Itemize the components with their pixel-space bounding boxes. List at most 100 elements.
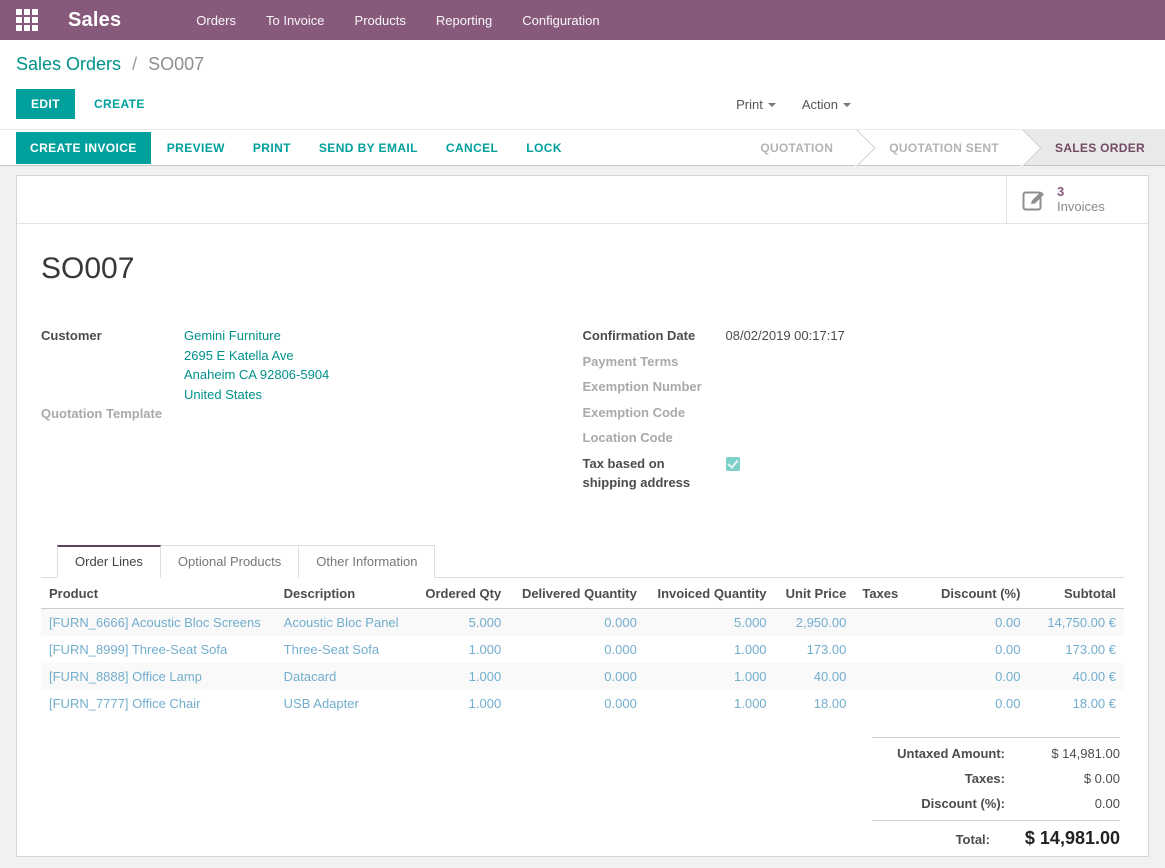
cell-unit-price[interactable]: 18.00 <box>775 690 855 717</box>
cell-delivered-qty[interactable]: 0.000 <box>509 663 645 690</box>
location-code-label: Location Code <box>583 428 726 448</box>
exemption-number-label: Exemption Number <box>583 377 726 397</box>
action-label: Action <box>802 97 838 112</box>
order-line-row[interactable]: [FURN_8999] Three-Seat Sofa Three-Seat S… <box>41 636 1124 663</box>
create-invoice-button[interactable]: CREATE INVOICE <box>16 132 151 164</box>
menu-products[interactable]: Products <box>340 0 421 40</box>
col-discount: Discount (%) <box>909 578 1029 609</box>
cell-subtotal[interactable]: 18.00 € <box>1028 690 1124 717</box>
cell-invoiced-qty[interactable]: 1.000 <box>645 690 775 717</box>
cell-taxes[interactable] <box>854 663 909 690</box>
cell-subtotal[interactable]: 14,750.00 € <box>1028 608 1124 636</box>
lock-button[interactable]: LOCK <box>514 132 574 164</box>
top-menu: Orders To Invoice Products Reporting Con… <box>181 0 614 40</box>
step-quotation-sent[interactable]: QUOTATION SENT <box>857 130 1023 165</box>
col-unit-price: Unit Price <box>775 578 855 609</box>
order-lines-table: Product Description Ordered Qty Delivere… <box>41 578 1124 717</box>
discount-label: Discount (%): <box>921 796 1005 811</box>
cell-discount[interactable]: 0.00 <box>909 636 1029 663</box>
cell-ordered-qty[interactable]: 1.000 <box>416 663 510 690</box>
pencil-square-icon <box>1021 187 1047 213</box>
action-dropdown[interactable]: Action <box>794 91 859 118</box>
customer-country-link[interactable]: United States <box>184 385 329 405</box>
cell-unit-price[interactable]: 173.00 <box>775 636 855 663</box>
totals-block: Untaxed Amount: $ 14,981.00 Taxes: $ 0.0… <box>872 737 1120 856</box>
cell-description[interactable]: Datacard <box>276 663 416 690</box>
form-sheet: 3 Invoices SO007 Customer Gemini Furnitu… <box>16 175 1149 857</box>
cell-invoiced-qty[interactable]: 1.000 <box>645 663 775 690</box>
cell-discount[interactable]: 0.00 <box>909 663 1029 690</box>
cell-unit-price[interactable]: 40.00 <box>775 663 855 690</box>
control-panel: Sales Orders / SO007 EDIT CREATE Print A… <box>0 40 1165 129</box>
order-line-row[interactable]: [FURN_8888] Office Lamp Datacard 1.000 0… <box>41 663 1124 690</box>
col-invoiced-qty: Invoiced Quantity <box>645 578 775 609</box>
menu-orders[interactable]: Orders <box>181 0 251 40</box>
cell-description[interactable]: Three-Seat Sofa <box>276 636 416 663</box>
cell-subtotal[interactable]: 173.00 € <box>1028 636 1124 663</box>
order-line-row[interactable]: [FURN_7777] Office Chair USB Adapter 1.0… <box>41 690 1124 717</box>
breadcrumb-sales-orders[interactable]: Sales Orders <box>16 54 121 74</box>
cell-discount[interactable]: 0.00 <box>909 690 1029 717</box>
chevron-down-icon <box>843 103 851 107</box>
exemption-code-label: Exemption Code <box>583 403 726 423</box>
cell-subtotal[interactable]: 40.00 € <box>1028 663 1124 690</box>
preview-button[interactable]: PREVIEW <box>155 132 237 164</box>
col-product: Product <box>41 578 276 609</box>
print-label: Print <box>736 97 763 112</box>
invoices-smart-button[interactable]: 3 Invoices <box>1006 176 1148 223</box>
tab-optional-products[interactable]: Optional Products <box>161 545 299 578</box>
total-value: $ 14,981.00 <box>990 828 1120 849</box>
create-button[interactable]: CREATE <box>81 89 158 119</box>
print-button[interactable]: PRINT <box>241 132 303 164</box>
cell-ordered-qty[interactable]: 1.000 <box>416 636 510 663</box>
confirmation-date-label: Confirmation Date <box>583 326 726 346</box>
menu-to-invoice[interactable]: To Invoice <box>251 0 340 40</box>
cell-delivered-qty[interactable]: 0.000 <box>509 608 645 636</box>
customer-street-link[interactable]: 2695 E Katella Ave <box>184 346 329 366</box>
step-sales-order[interactable]: SALES ORDER <box>1023 130 1165 165</box>
cell-ordered-qty[interactable]: 5.000 <box>416 608 510 636</box>
breadcrumb: Sales Orders / SO007 <box>16 54 1149 75</box>
taxes-label: Taxes: <box>965 771 1005 786</box>
menu-configuration[interactable]: Configuration <box>507 0 614 40</box>
tab-other-information[interactable]: Other Information <box>299 545 435 578</box>
untaxed-amount-value: $ 14,981.00 <box>1005 746 1120 761</box>
table-header-row: Product Description Ordered Qty Delivere… <box>41 578 1124 609</box>
col-ordered-qty: Ordered Qty <box>416 578 510 609</box>
edit-button[interactable]: EDIT <box>16 89 75 119</box>
tab-order-lines[interactable]: Order Lines <box>57 545 161 578</box>
cell-invoiced-qty[interactable]: 5.000 <box>645 608 775 636</box>
menu-reporting[interactable]: Reporting <box>421 0 507 40</box>
cell-taxes[interactable] <box>854 608 909 636</box>
cell-product[interactable]: [FURN_6666] Acoustic Bloc Screens <box>41 608 276 636</box>
tax-shipping-checkbox[interactable] <box>726 457 740 471</box>
cell-ordered-qty[interactable]: 1.000 <box>416 690 510 717</box>
cell-discount[interactable]: 0.00 <box>909 608 1029 636</box>
order-line-row[interactable]: [FURN_6666] Acoustic Bloc Screens Acoust… <box>41 608 1124 636</box>
cell-invoiced-qty[interactable]: 1.000 <box>645 636 775 663</box>
cell-description[interactable]: USB Adapter <box>276 690 416 717</box>
app-brand[interactable]: Sales <box>68 9 121 32</box>
print-dropdown[interactable]: Print <box>728 91 784 118</box>
tax-shipping-label: Tax based on shipping address <box>583 454 726 493</box>
cell-taxes[interactable] <box>854 690 909 717</box>
cell-product[interactable]: [FURN_7777] Office Chair <box>41 690 276 717</box>
cell-delivered-qty[interactable]: 0.000 <box>509 690 645 717</box>
customer-name-link[interactable]: Gemini Furniture <box>184 326 329 346</box>
customer-value: Gemini Furniture 2695 E Katella Ave Anah… <box>184 326 329 404</box>
taxes-value: $ 0.00 <box>1005 771 1120 786</box>
cell-description[interactable]: Acoustic Bloc Panel <box>276 608 416 636</box>
apps-grid-icon[interactable] <box>16 9 38 31</box>
cell-product[interactable]: [FURN_8999] Three-Seat Sofa <box>41 636 276 663</box>
cancel-button[interactable]: CANCEL <box>434 132 510 164</box>
customer-city-link[interactable]: Anaheim CA 92806-5904 <box>184 365 329 385</box>
step-quotation[interactable]: QUOTATION <box>736 130 857 165</box>
col-subtotal: Subtotal <box>1028 578 1124 609</box>
send-by-email-button[interactable]: SEND BY EMAIL <box>307 132 430 164</box>
notebook-tabs: Order Lines Optional Products Other Info… <box>41 545 1124 578</box>
cell-product[interactable]: [FURN_8888] Office Lamp <box>41 663 276 690</box>
cell-taxes[interactable] <box>854 636 909 663</box>
cell-unit-price[interactable]: 2,950.00 <box>775 608 855 636</box>
cell-delivered-qty[interactable]: 0.000 <box>509 636 645 663</box>
untaxed-amount-label: Untaxed Amount: <box>897 746 1005 761</box>
